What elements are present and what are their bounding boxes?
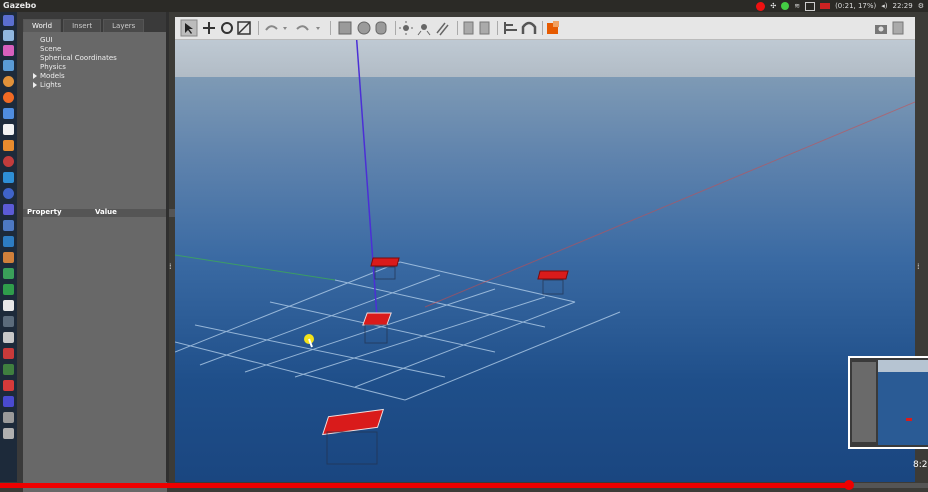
snap-magnet-icon[interactable] <box>521 21 537 34</box>
launcher-icon[interactable] <box>3 316 14 327</box>
copy-icon[interactable] <box>463 21 474 35</box>
battery-icon[interactable] <box>820 3 831 9</box>
model-buoy[interactable] <box>321 408 385 465</box>
world-tree: GUI Scene Spherical Coordinates Physics … <box>23 32 167 212</box>
property-table <box>23 217 167 492</box>
launcher-icon[interactable] <box>3 45 14 56</box>
video-progress-bar[interactable] <box>0 480 928 490</box>
collapse-left-handle[interactable]: ⁞ <box>169 262 172 271</box>
screenshot-camera-icon[interactable] <box>875 25 887 34</box>
launcher-icon[interactable] <box>3 284 14 295</box>
video-progress-knob[interactable] <box>844 480 854 490</box>
gear-icon[interactable]: ⚙ <box>918 2 924 10</box>
undo-icon[interactable] <box>265 25 278 31</box>
panel-tabs: World Insert Layers <box>23 19 145 32</box>
world-panel: World Insert Layers GUI Scene Spherical … <box>17 12 182 492</box>
expand-arrow-icon[interactable] <box>33 82 37 88</box>
system-tray: ✣ ≋ (0:21, 17%) ◂) 22:29 ⚙ <box>756 0 924 12</box>
align-icon[interactable] <box>504 22 517 34</box>
redo-icon[interactable] <box>296 25 309 31</box>
launcher-icon[interactable] <box>3 124 14 135</box>
launcher-icon[interactable] <box>3 92 14 103</box>
launcher-icon[interactable] <box>3 380 14 391</box>
launcher-icon[interactable] <box>3 156 14 167</box>
trash-icon[interactable] <box>3 428 14 439</box>
launcher-icon[interactable] <box>3 30 14 41</box>
sphere-shape-icon[interactable] <box>357 21 371 35</box>
tree-item-models[interactable]: Models <box>33 72 65 81</box>
settings-icon[interactable]: ✣ <box>770 2 776 10</box>
model-buoy[interactable] <box>537 270 569 295</box>
tree-item-spherical-coordinates[interactable]: Spherical Coordinates <box>40 54 117 63</box>
panel-splitter[interactable] <box>166 12 169 482</box>
ground-grid <box>175 261 621 401</box>
spot-light-icon[interactable] <box>417 24 431 36</box>
scene-overlay <box>175 17 915 465</box>
launcher-icon[interactable] <box>3 140 14 151</box>
tree-item-scene[interactable]: Scene <box>40 45 61 54</box>
video-progress-fill <box>0 483 849 488</box>
wifi-icon[interactable]: ≋ <box>794 2 800 10</box>
scale-icon[interactable] <box>237 21 251 35</box>
keyboard-layout-icon[interactable] <box>805 1 816 11</box>
clock[interactable]: 22:29 <box>893 2 913 10</box>
launcher-icon[interactable] <box>3 15 14 26</box>
x-axis-line <box>424 101 915 308</box>
record-icon[interactable] <box>892 21 904 35</box>
launcher-icon[interactable] <box>3 300 14 311</box>
video-timestamp: 8:2 <box>913 460 928 470</box>
tree-item-physics[interactable]: Physics <box>40 63 66 72</box>
record-indicator-icon[interactable] <box>756 1 766 11</box>
launcher-icon[interactable] <box>3 76 14 87</box>
undo-dropdown-icon[interactable] <box>283 27 287 30</box>
launcher-icon[interactable] <box>3 252 14 263</box>
update-check-icon[interactable] <box>781 2 790 10</box>
launcher-icon[interactable] <box>3 268 14 279</box>
paste-icon[interactable] <box>479 21 490 35</box>
translate-icon[interactable] <box>203 22 215 34</box>
tree-item-gui[interactable]: GUI <box>40 36 53 45</box>
box-shape-icon[interactable] <box>338 21 352 35</box>
volume-icon[interactable]: ◂) <box>881 2 887 10</box>
launcher-icon[interactable] <box>3 220 14 231</box>
rotate-icon[interactable] <box>221 22 233 34</box>
launcher-icon[interactable] <box>3 188 14 199</box>
value-column-header: Value <box>95 208 117 216</box>
cylinder-shape-icon[interactable] <box>375 21 387 35</box>
collapse-right-handle[interactable]: ⁞ <box>917 262 920 271</box>
tree-item-lights[interactable]: Lights <box>33 81 61 90</box>
property-header: Property Value <box>23 208 182 217</box>
change-view-icon[interactable] <box>547 21 559 34</box>
top-panel: Gazebo ✣ ≋ (0:21, 17%) ◂) 22:29 ⚙ <box>0 0 928 12</box>
launcher-icon[interactable] <box>3 60 14 71</box>
launcher-icon[interactable] <box>3 204 14 215</box>
app-title: Gazebo <box>3 1 37 10</box>
tab-world[interactable]: World <box>23 19 62 32</box>
video-preview-thumbnail <box>848 356 928 449</box>
launcher-icon[interactable] <box>3 412 14 423</box>
redo-dropdown-icon[interactable] <box>316 27 320 30</box>
tab-layers[interactable]: Layers <box>103 19 145 32</box>
launcher <box>0 12 17 482</box>
y-axis-line <box>175 254 336 281</box>
select-arrow-icon[interactable] <box>180 19 198 37</box>
expand-arrow-icon[interactable] <box>33 73 37 79</box>
launcher-icon[interactable] <box>3 348 14 359</box>
z-axis-line <box>354 17 378 318</box>
launcher-icon[interactable] <box>3 332 14 343</box>
directional-light-icon[interactable] <box>436 22 449 36</box>
property-column-header: Property <box>27 208 62 216</box>
launcher-icon[interactable] <box>3 396 14 407</box>
tab-insert[interactable]: Insert <box>63 19 102 32</box>
launcher-icon[interactable] <box>3 108 14 119</box>
launcher-icon[interactable] <box>3 364 14 375</box>
launcher-icon[interactable] <box>3 172 14 183</box>
scene-viewport[interactable] <box>175 17 915 482</box>
scene-toolbar <box>175 17 915 40</box>
launcher-icon[interactable] <box>3 236 14 247</box>
battery-status[interactable]: (0:21, 17%) <box>835 2 876 10</box>
light-source-icon[interactable] <box>304 334 314 348</box>
point-light-icon[interactable] <box>399 21 413 35</box>
